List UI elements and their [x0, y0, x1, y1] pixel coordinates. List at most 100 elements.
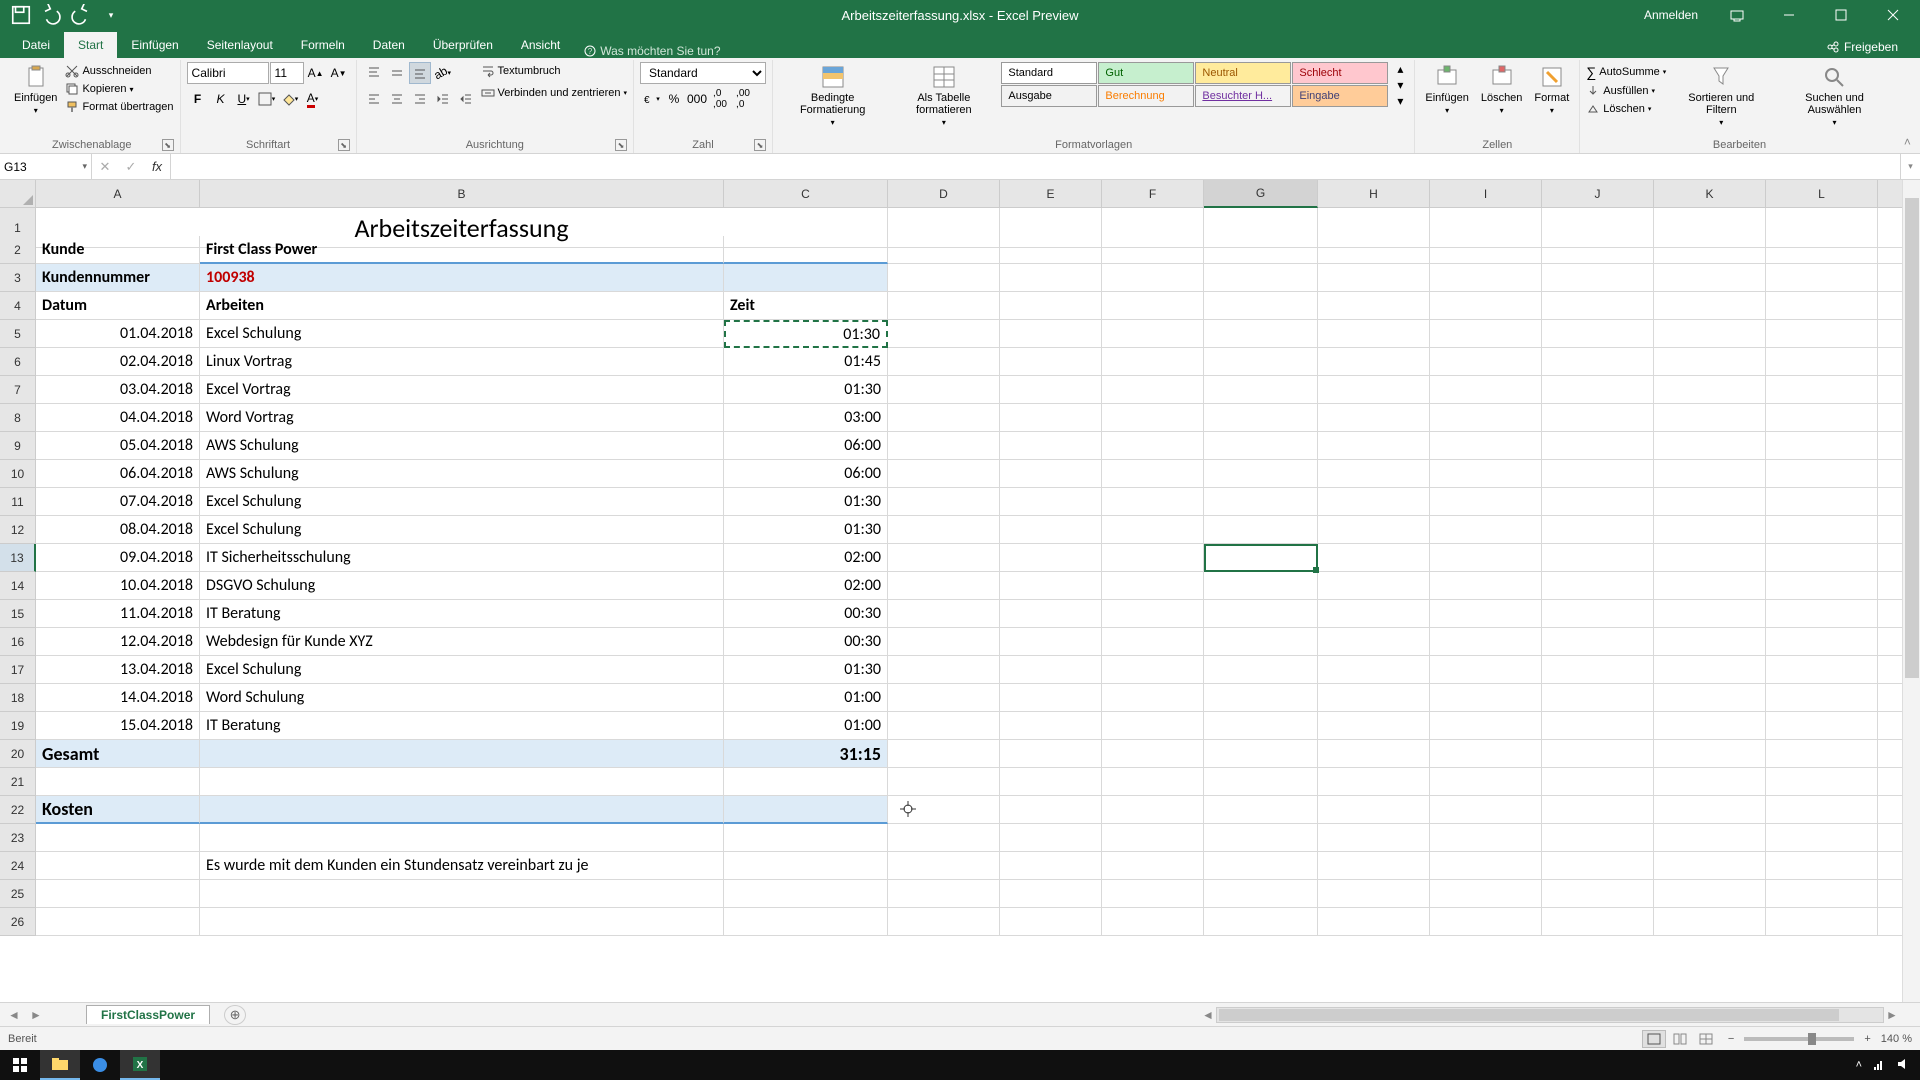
cell-H16[interactable] — [1318, 628, 1430, 656]
cell-D7[interactable] — [888, 376, 1000, 404]
cancel-formula-icon[interactable]: ✕ — [92, 159, 118, 175]
cell-L11[interactable] — [1766, 488, 1878, 516]
tab-start[interactable]: Start — [64, 32, 117, 58]
cell-L13[interactable] — [1766, 544, 1878, 572]
cell-E16[interactable] — [1000, 628, 1102, 656]
cell-A21[interactable] — [36, 768, 200, 796]
cell-D10[interactable] — [888, 460, 1000, 488]
vertical-scrollbar[interactable] — [1902, 180, 1920, 1002]
cell-L26[interactable] — [1766, 908, 1878, 936]
cell-L18[interactable] — [1766, 684, 1878, 712]
cell-K23[interactable] — [1654, 824, 1766, 852]
cell-K18[interactable] — [1654, 684, 1766, 712]
cell-B25[interactable] — [200, 880, 724, 908]
cell-G11[interactable] — [1204, 488, 1318, 516]
cell-D3[interactable] — [888, 264, 1000, 292]
cell-K22[interactable] — [1654, 796, 1766, 824]
cell-B13[interactable]: IT Sicherheitsschulung — [200, 544, 724, 572]
cell-B8[interactable]: Word Vortrag — [200, 404, 724, 432]
cell-C21[interactable] — [724, 768, 888, 796]
normal-view-icon[interactable] — [1642, 1030, 1666, 1048]
cell-E8[interactable] — [1000, 404, 1102, 432]
cell-I6[interactable] — [1430, 348, 1542, 376]
cell-F10[interactable] — [1102, 460, 1204, 488]
cell-C8[interactable]: 03:00 — [724, 404, 888, 432]
col-header-A[interactable]: A — [36, 180, 200, 208]
cell-I2[interactable] — [1430, 236, 1542, 264]
cell-A3[interactable]: Kundennummer — [36, 264, 200, 292]
fill-button[interactable]: Ausfüllen ▾ — [1586, 82, 1666, 100]
cell-C24[interactable] — [724, 852, 888, 880]
cell-A16[interactable]: 12.04.2018 — [36, 628, 200, 656]
cell-E20[interactable] — [1000, 740, 1102, 768]
cell-L23[interactable] — [1766, 824, 1878, 852]
cell-L21[interactable] — [1766, 768, 1878, 796]
cell-A20[interactable]: Gesamt — [36, 740, 200, 768]
row-header-23[interactable]: 23 — [0, 824, 36, 852]
cell-C2[interactable] — [724, 236, 888, 264]
cell-F18[interactable] — [1102, 684, 1204, 712]
cell-D22[interactable] — [888, 796, 1000, 824]
cell-K10[interactable] — [1654, 460, 1766, 488]
cell-B6[interactable]: Linux Vortrag — [200, 348, 724, 376]
style-eingabe[interactable]: Eingabe — [1292, 85, 1388, 107]
cell-L9[interactable] — [1766, 432, 1878, 460]
cell-G25[interactable] — [1204, 880, 1318, 908]
cell-E12[interactable] — [1000, 516, 1102, 544]
cell-B12[interactable]: Excel Schulung — [200, 516, 724, 544]
cell-B3[interactable]: 100938 — [200, 264, 724, 292]
cell-I21[interactable] — [1430, 768, 1542, 796]
cell-L2[interactable] — [1766, 236, 1878, 264]
cell-E17[interactable] — [1000, 656, 1102, 684]
cell-A23[interactable] — [36, 824, 200, 852]
sheet-tab-active[interactable]: FirstClassPower — [86, 1005, 210, 1024]
cell-F7[interactable] — [1102, 376, 1204, 404]
cell-H13[interactable] — [1318, 544, 1430, 572]
cell-B16[interactable]: Webdesign für Kunde XYZ — [200, 628, 724, 656]
row-header-10[interactable]: 10 — [0, 460, 36, 488]
fx-icon[interactable]: fx — [144, 159, 170, 174]
cell-F25[interactable] — [1102, 880, 1204, 908]
cell-G24[interactable] — [1204, 852, 1318, 880]
undo-icon[interactable] — [40, 4, 62, 26]
col-header-C[interactable]: C — [724, 180, 888, 208]
cell-F11[interactable] — [1102, 488, 1204, 516]
cell-B10[interactable]: AWS Schulung — [200, 460, 724, 488]
cell-H10[interactable] — [1318, 460, 1430, 488]
align-center-icon[interactable] — [386, 88, 408, 110]
align-top-icon[interactable] — [363, 62, 385, 84]
close-icon[interactable] — [1870, 0, 1916, 30]
cell-J5[interactable] — [1542, 320, 1654, 348]
cell-D2[interactable] — [888, 236, 1000, 264]
cell-L25[interactable] — [1766, 880, 1878, 908]
cell-G10[interactable] — [1204, 460, 1318, 488]
format-as-table-button[interactable]: Als Tabelle formatieren▾ — [890, 62, 997, 129]
cell-D11[interactable] — [888, 488, 1000, 516]
styles-down-icon[interactable]: ▾ — [1392, 78, 1408, 92]
cell-G16[interactable] — [1204, 628, 1318, 656]
sort-filter-button[interactable]: Sortieren und Filtern▾ — [1670, 62, 1772, 129]
cell-G21[interactable] — [1204, 768, 1318, 796]
cell-D6[interactable] — [888, 348, 1000, 376]
sheet-nav-next-icon[interactable]: ► — [26, 1008, 46, 1022]
ribbon-display-icon[interactable] — [1714, 0, 1760, 30]
cell-B21[interactable] — [200, 768, 724, 796]
cell-L24[interactable] — [1766, 852, 1878, 880]
cell-L17[interactable] — [1766, 656, 1878, 684]
add-sheet-button[interactable]: ⊕ — [224, 1005, 246, 1025]
cell-G6[interactable] — [1204, 348, 1318, 376]
col-header-F[interactable]: F — [1102, 180, 1204, 208]
cell-D21[interactable] — [888, 768, 1000, 796]
cell-K13[interactable] — [1654, 544, 1766, 572]
clipboard-launcher[interactable]: ⬊ — [162, 139, 174, 151]
cell-B4[interactable]: Arbeiten — [200, 292, 724, 320]
cell-C14[interactable]: 02:00 — [724, 572, 888, 600]
cell-G22[interactable] — [1204, 796, 1318, 824]
cell-J2[interactable] — [1542, 236, 1654, 264]
cell-I5[interactable] — [1430, 320, 1542, 348]
cell-F26[interactable] — [1102, 908, 1204, 936]
cell-A15[interactable]: 11.04.2018 — [36, 600, 200, 628]
row-header-11[interactable]: 11 — [0, 488, 36, 516]
cell-G12[interactable] — [1204, 516, 1318, 544]
cell-G2[interactable] — [1204, 236, 1318, 264]
